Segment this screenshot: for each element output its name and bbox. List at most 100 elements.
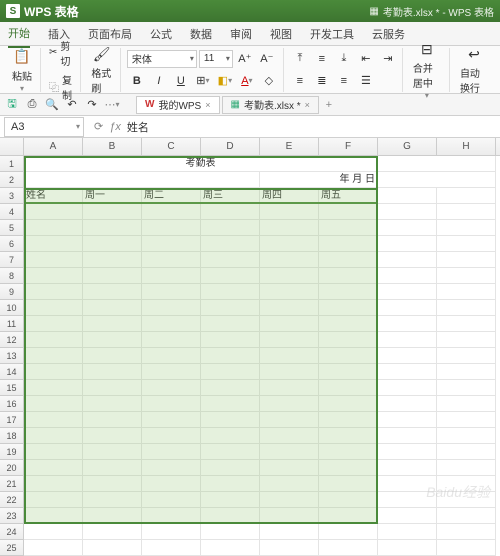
cell[interactable] bbox=[83, 508, 142, 524]
row-header[interactable]: 2 bbox=[0, 172, 24, 188]
cell[interactable] bbox=[83, 220, 142, 236]
cell[interactable] bbox=[260, 460, 319, 476]
cell[interactable] bbox=[260, 220, 319, 236]
cell[interactable] bbox=[437, 220, 496, 236]
cell[interactable] bbox=[83, 284, 142, 300]
align-bottom-button[interactable]: ⤓ bbox=[334, 50, 354, 68]
cell[interactable] bbox=[260, 284, 319, 300]
cell[interactable] bbox=[24, 252, 83, 268]
cell[interactable] bbox=[24, 332, 83, 348]
cell[interactable] bbox=[378, 300, 437, 316]
cell[interactable] bbox=[24, 492, 83, 508]
print-icon[interactable]: ⎙ bbox=[24, 97, 40, 113]
cell[interactable] bbox=[201, 476, 260, 492]
cell[interactable] bbox=[319, 268, 378, 284]
cell[interactable] bbox=[83, 380, 142, 396]
cell[interactable] bbox=[83, 444, 142, 460]
row-header[interactable]: 15 bbox=[0, 380, 24, 396]
cell[interactable] bbox=[83, 396, 142, 412]
cell[interactable] bbox=[319, 412, 378, 428]
cell[interactable] bbox=[142, 444, 201, 460]
cell[interactable] bbox=[378, 396, 437, 412]
cut-button[interactable]: ✂剪切 bbox=[47, 37, 76, 69]
cell[interactable] bbox=[201, 252, 260, 268]
tab-layout[interactable]: 页面布局 bbox=[88, 26, 132, 42]
cell[interactable] bbox=[142, 412, 201, 428]
cell[interactable] bbox=[437, 252, 496, 268]
cell[interactable] bbox=[142, 284, 201, 300]
cell[interactable] bbox=[142, 380, 201, 396]
redo-icon[interactable]: ↷ bbox=[84, 97, 100, 113]
row-header[interactable]: 18 bbox=[0, 428, 24, 444]
cell[interactable] bbox=[319, 284, 378, 300]
cell[interactable] bbox=[142, 508, 201, 524]
increase-font-button[interactable]: A⁺ bbox=[235, 50, 255, 68]
cell[interactable] bbox=[319, 300, 378, 316]
cell[interactable] bbox=[378, 252, 437, 268]
cell[interactable] bbox=[201, 236, 260, 252]
col-header[interactable]: G bbox=[378, 138, 437, 155]
cell[interactable] bbox=[24, 540, 83, 556]
spreadsheet-grid[interactable]: A B C D E F G H 123456789101112131415161… bbox=[0, 138, 500, 556]
cell[interactable] bbox=[378, 332, 437, 348]
cell[interactable] bbox=[378, 444, 437, 460]
row-header[interactable]: 25 bbox=[0, 540, 24, 556]
underline-button[interactable]: U bbox=[171, 72, 191, 90]
cell[interactable] bbox=[378, 348, 437, 364]
cell[interactable] bbox=[437, 204, 496, 220]
row-header[interactable]: 19 bbox=[0, 444, 24, 460]
tab-cloud[interactable]: 云服务 bbox=[372, 26, 405, 42]
align-center-button[interactable]: ≣ bbox=[312, 72, 332, 90]
cell[interactable] bbox=[24, 364, 83, 380]
cell[interactable] bbox=[142, 316, 201, 332]
cell[interactable] bbox=[24, 348, 83, 364]
cell[interactable] bbox=[260, 428, 319, 444]
cell[interactable] bbox=[378, 316, 437, 332]
row-header[interactable]: 24 bbox=[0, 524, 24, 540]
row-header[interactable]: 9 bbox=[0, 284, 24, 300]
row-header[interactable]: 5 bbox=[0, 220, 24, 236]
cell[interactable] bbox=[142, 348, 201, 364]
cell[interactable] bbox=[378, 364, 437, 380]
italic-button[interactable]: I bbox=[149, 72, 169, 90]
cell[interactable] bbox=[24, 380, 83, 396]
cell[interactable] bbox=[260, 444, 319, 460]
cell[interactable] bbox=[24, 316, 83, 332]
cell[interactable] bbox=[24, 268, 83, 284]
cell[interactable] bbox=[437, 428, 496, 444]
cell[interactable] bbox=[437, 348, 496, 364]
cell[interactable] bbox=[142, 300, 201, 316]
row-header[interactable]: 16 bbox=[0, 396, 24, 412]
cell[interactable] bbox=[142, 492, 201, 508]
row-header[interactable]: 22 bbox=[0, 492, 24, 508]
cell[interactable] bbox=[319, 476, 378, 492]
cell[interactable] bbox=[24, 300, 83, 316]
cell[interactable] bbox=[319, 348, 378, 364]
cell[interactable]: 周二 bbox=[142, 188, 201, 204]
cell[interactable] bbox=[83, 204, 142, 220]
font-select[interactable]: 宋体 bbox=[127, 50, 197, 68]
distribute-button[interactable]: ☰ bbox=[356, 72, 376, 90]
row-header[interactable]: 4 bbox=[0, 204, 24, 220]
row-header[interactable]: 14 bbox=[0, 364, 24, 380]
cell[interactable] bbox=[142, 540, 201, 556]
indent-left-button[interactable]: ⇤ bbox=[356, 50, 376, 68]
cell[interactable] bbox=[83, 492, 142, 508]
font-size-select[interactable]: 11 bbox=[199, 50, 233, 68]
cell[interactable] bbox=[201, 524, 260, 540]
cell[interactable] bbox=[378, 460, 437, 476]
cell[interactable] bbox=[201, 508, 260, 524]
cell[interactable] bbox=[437, 300, 496, 316]
cell[interactable] bbox=[24, 428, 83, 444]
align-left-button[interactable]: ≡ bbox=[290, 72, 310, 90]
cell[interactable] bbox=[83, 412, 142, 428]
row-header[interactable]: 17 bbox=[0, 412, 24, 428]
cell[interactable] bbox=[83, 300, 142, 316]
align-right-button[interactable]: ≡ bbox=[334, 72, 354, 90]
cell[interactable] bbox=[260, 364, 319, 380]
cell[interactable] bbox=[319, 236, 378, 252]
cell[interactable] bbox=[83, 268, 142, 284]
indent-right-button[interactable]: ⇥ bbox=[378, 50, 398, 68]
cell[interactable] bbox=[83, 236, 142, 252]
cell[interactable] bbox=[378, 524, 437, 540]
